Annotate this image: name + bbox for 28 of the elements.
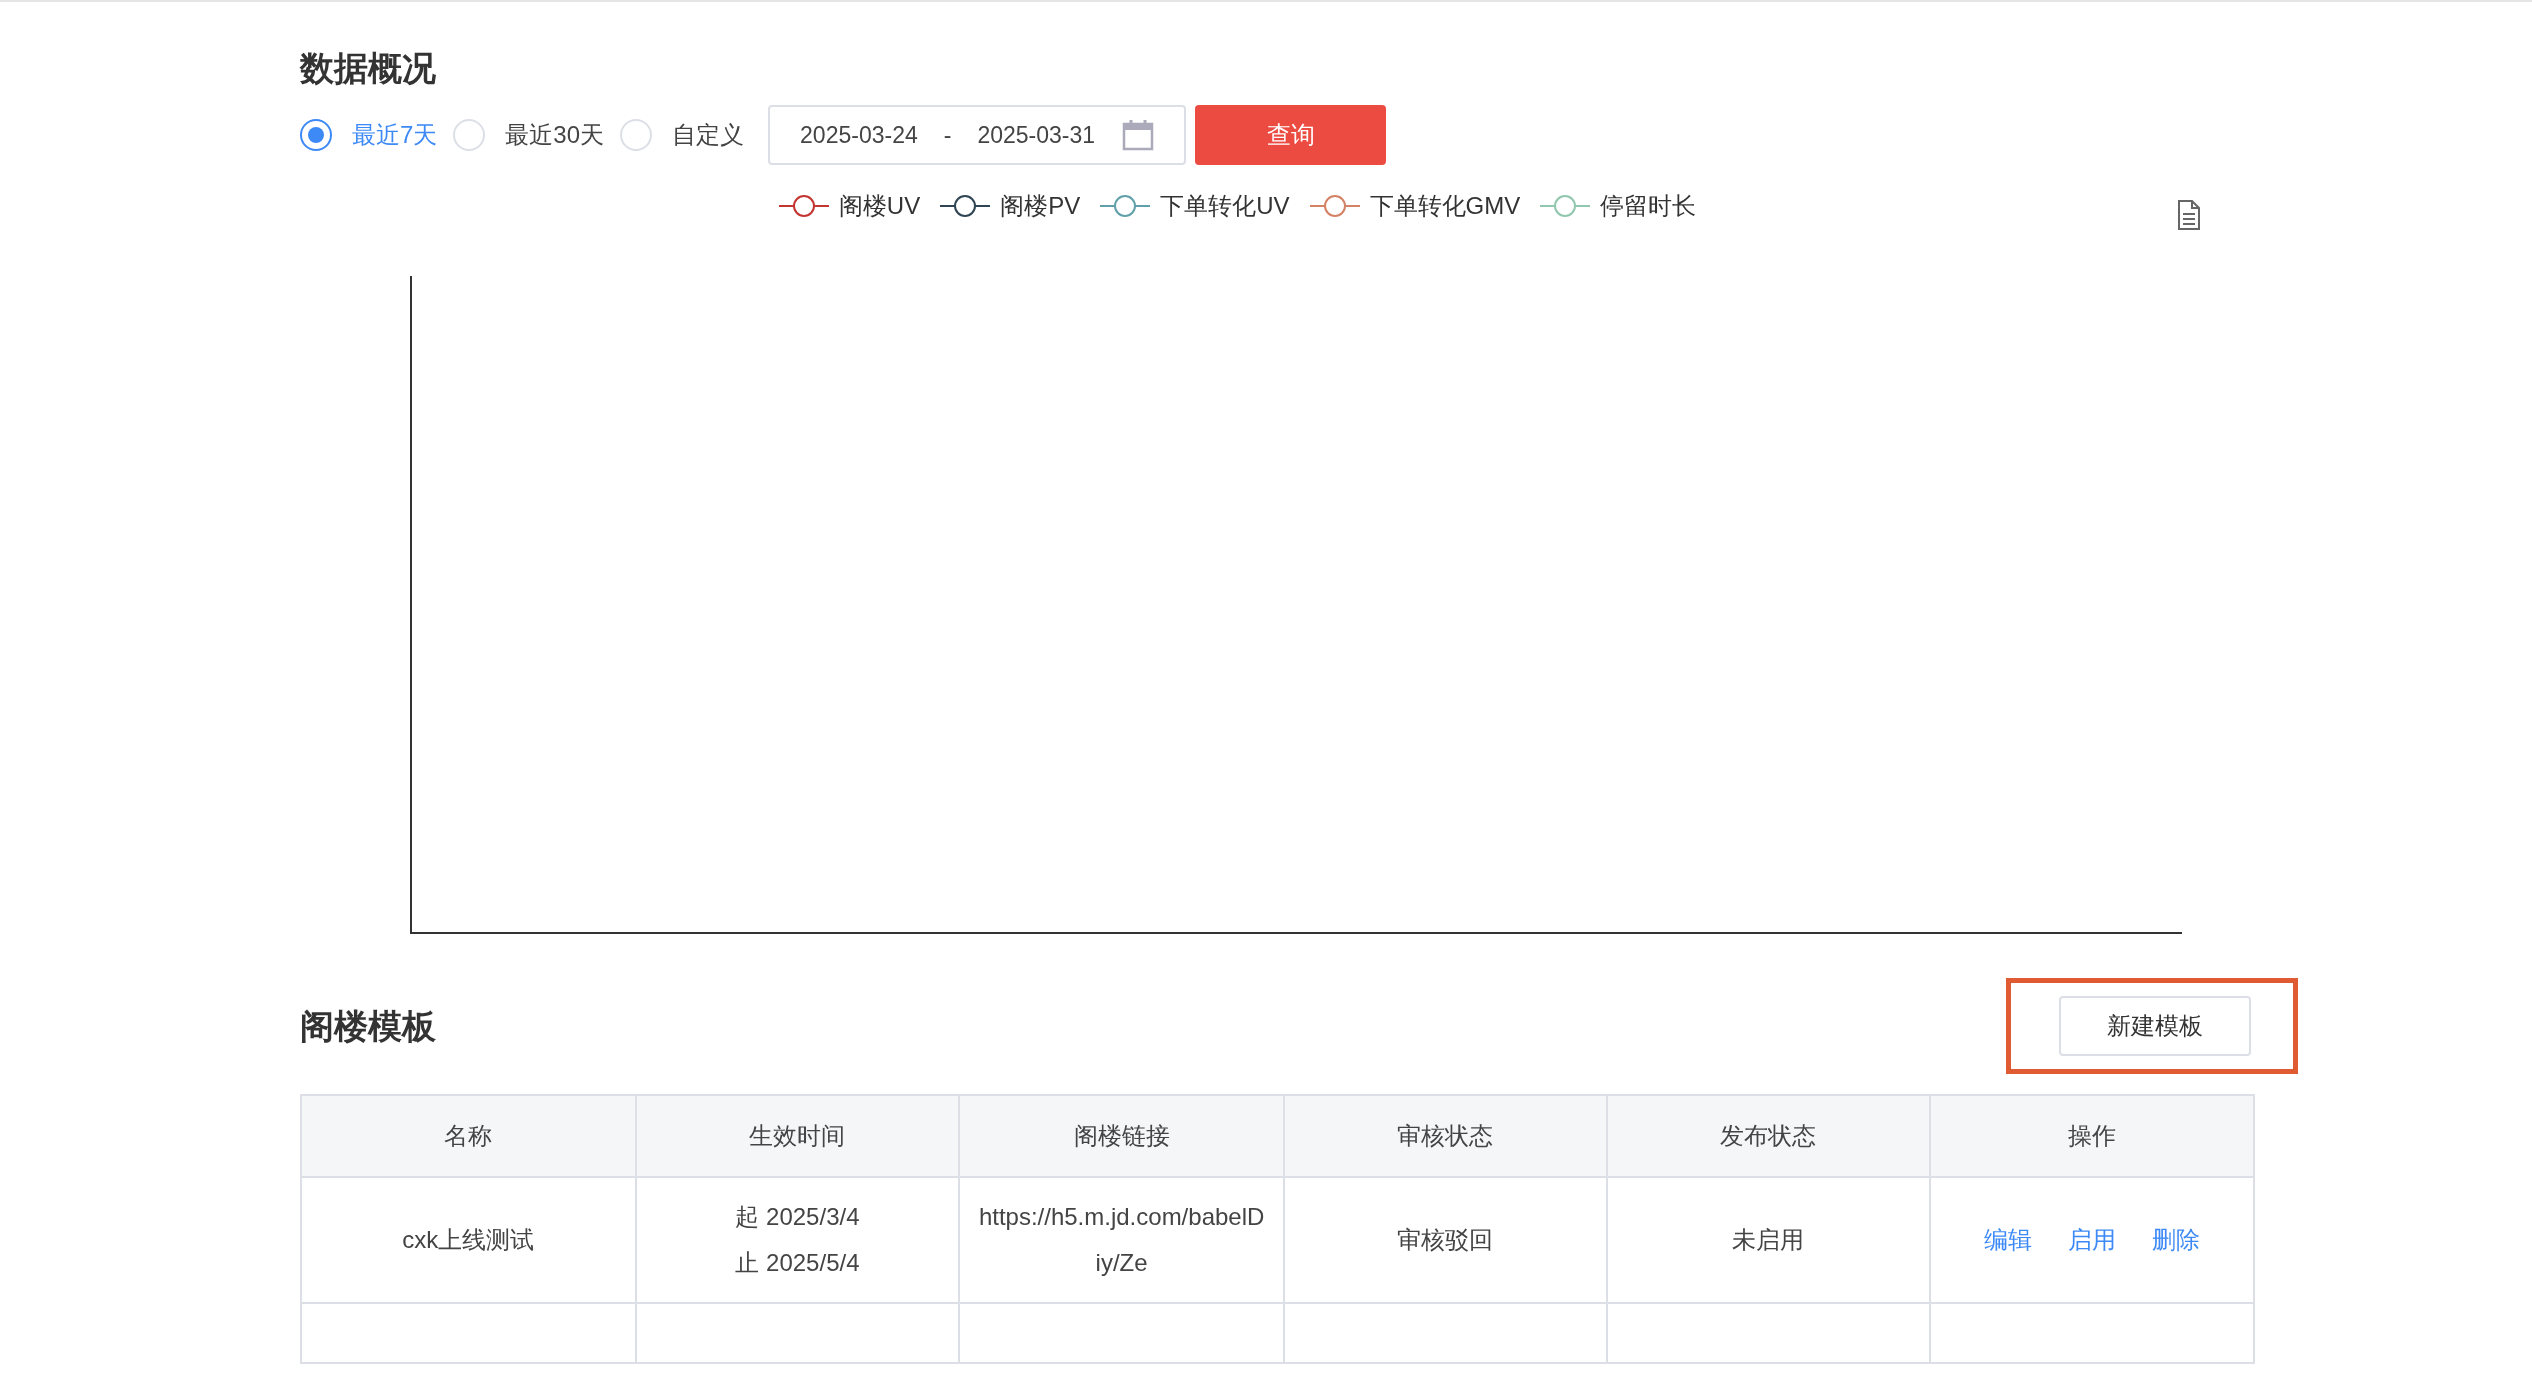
section-title: 阁楼模板 (300, 1006, 436, 1047)
date-text: 起 2025/3/4 (734, 1202, 861, 1232)
range-radio[interactable]: 最近30天 (453, 117, 605, 153)
column-header: 审核状态 (1283, 1095, 1607, 1177)
legend-item[interactable]: 下单转化GMV (1309, 188, 1521, 224)
new-template-button[interactable]: 新建模板 (2059, 996, 2251, 1056)
date-range-field[interactable]: 2025-03-24 - 2025-03-31 (768, 105, 1187, 165)
table-cell: 未启用 (1606, 1177, 1931, 1303)
column-header: 名称 (301, 1095, 636, 1177)
end-date: 2025-03-31 (977, 120, 1096, 150)
section-title: 数据概况 (300, 48, 436, 89)
column-header: 阁楼链接 (959, 1095, 1284, 1177)
table-cell: 审核驳回 (1283, 1177, 1607, 1303)
date-separator: - (943, 120, 952, 150)
legend-item[interactable]: 停留时长 (1540, 188, 1697, 224)
column-header: 发布状态 (1606, 1095, 1931, 1177)
column-header: 操作 (1930, 1095, 2254, 1177)
date-text: 止 2025/5/4 (734, 1248, 861, 1278)
legend-item[interactable]: 阁楼UV (778, 188, 921, 224)
legend-item[interactable]: 下单转化UV (1100, 188, 1290, 224)
table-cell: cxk上线测试 (301, 1177, 636, 1303)
start-date: 2025-03-24 (800, 120, 918, 150)
query-button[interactable]: 查询 (1195, 105, 1387, 165)
legend-item[interactable]: 阁楼PV (940, 188, 1081, 224)
range-radio[interactable]: 自定义 (620, 117, 745, 153)
column-header: 生效时间 (635, 1095, 960, 1177)
document-icon[interactable] (2177, 200, 2201, 230)
table-cell: https://h5.m.jd.com/babelDiy/Ze (959, 1177, 1284, 1303)
